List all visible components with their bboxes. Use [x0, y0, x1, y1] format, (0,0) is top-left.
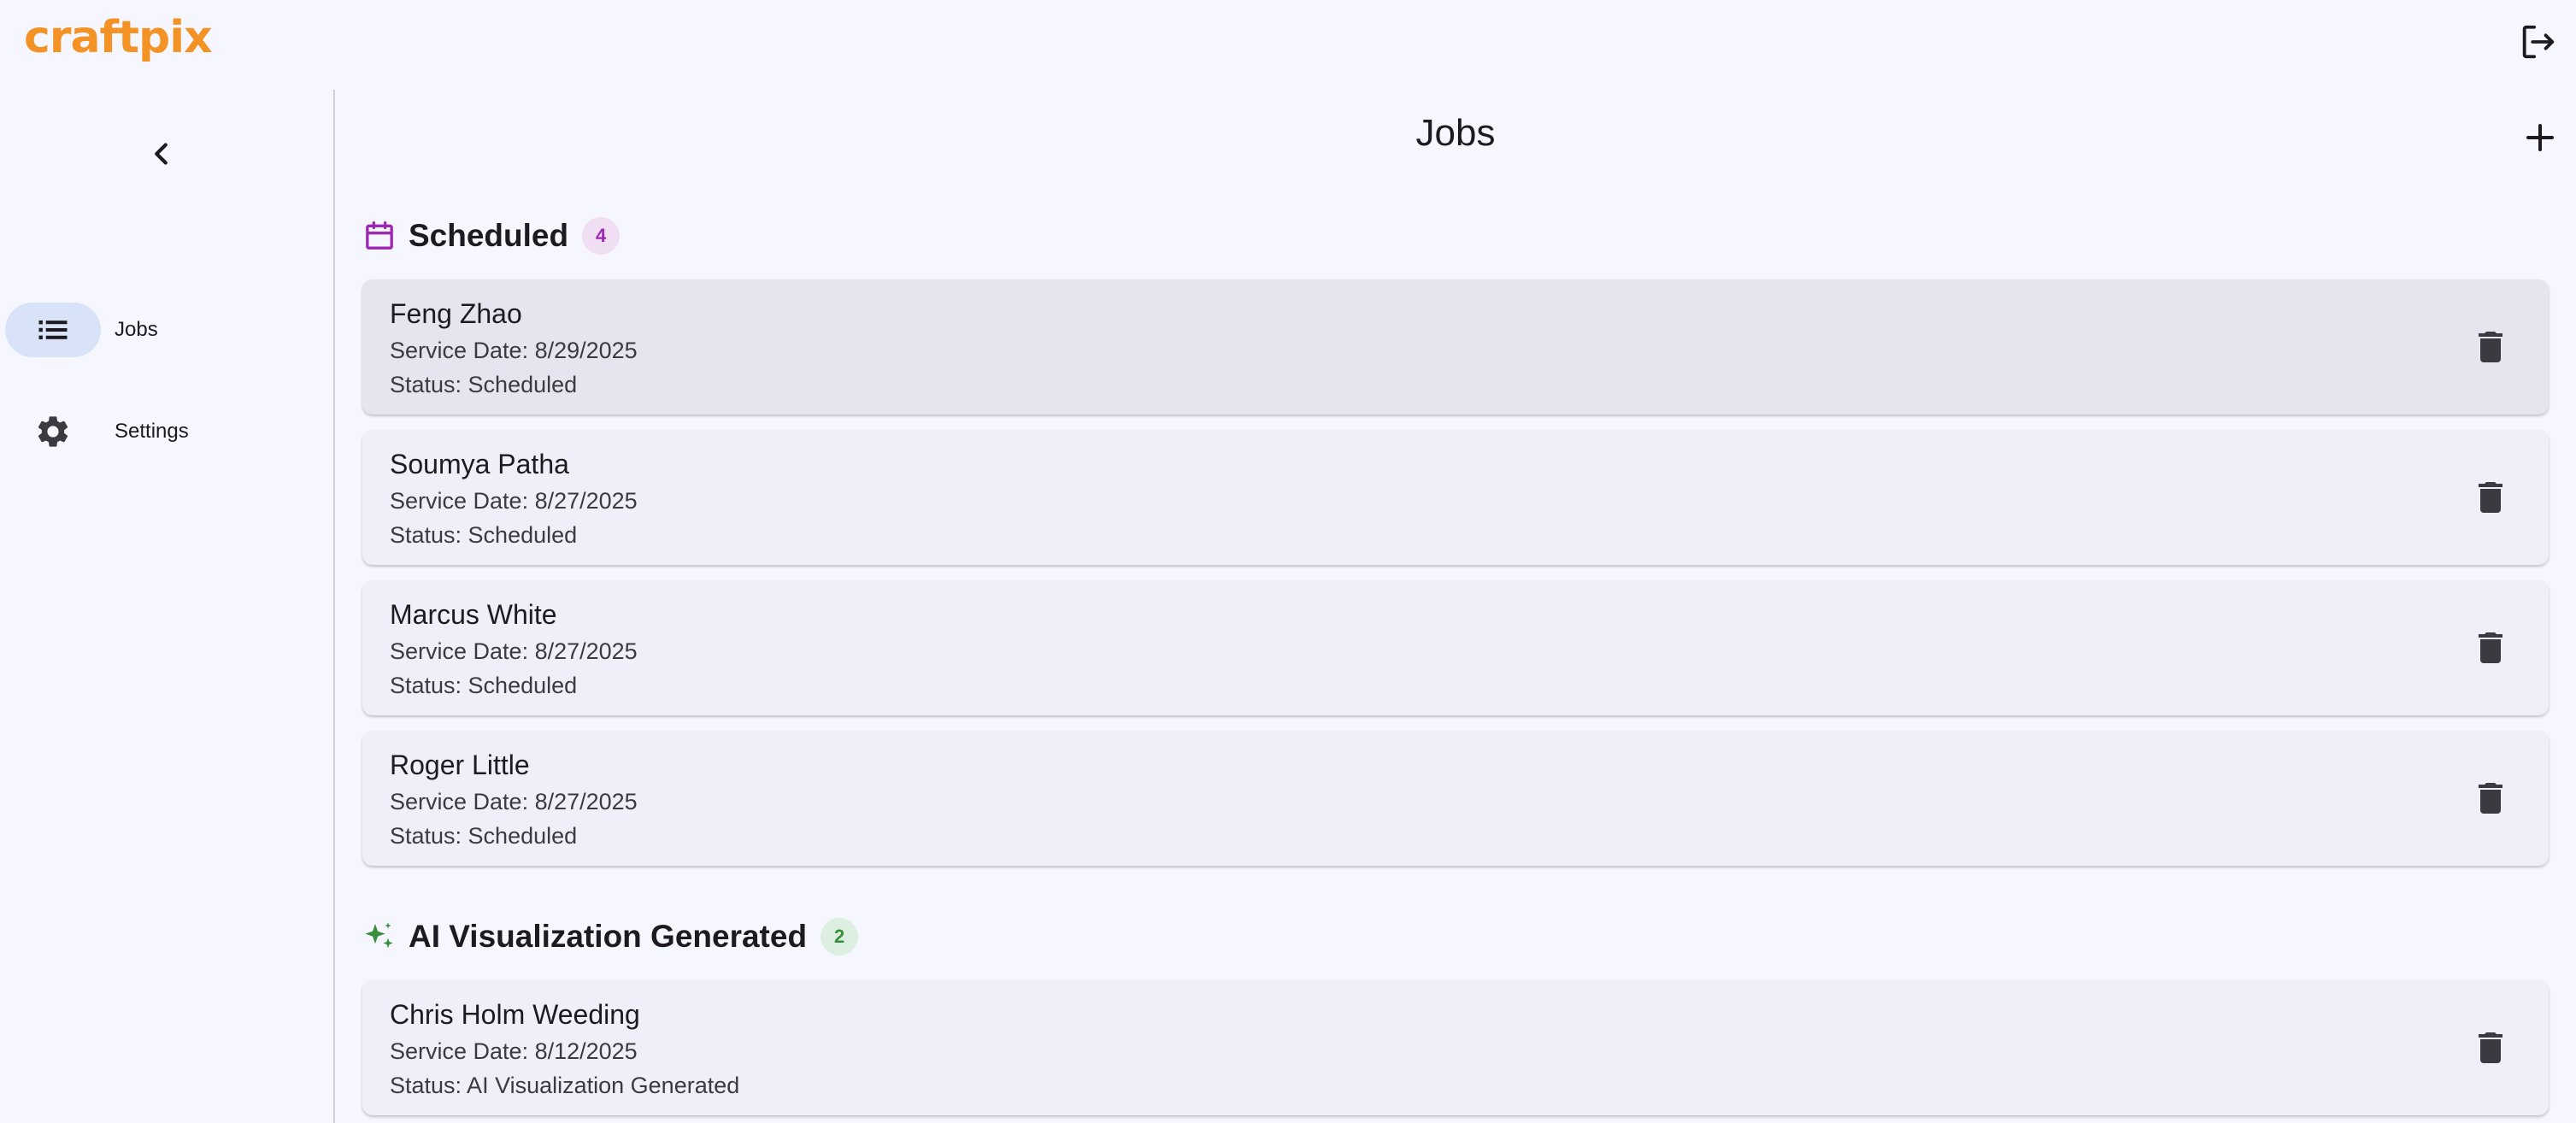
trash-icon: [2479, 1032, 2502, 1063]
job-status: Status: Scheduled: [390, 673, 578, 698]
job-service-date: Service Date: 8/29/2025: [390, 338, 638, 363]
trash-icon: [2479, 632, 2502, 663]
delete-job-button[interactable]: [2470, 326, 2511, 367]
job-service-date: Service Date: 8/27/2025: [390, 789, 638, 814]
sparkle-icon: [361, 918, 398, 955]
delete-job-button[interactable]: [2470, 627, 2511, 668]
sidebar-item-jobs[interactable]: Jobs: [5, 303, 330, 357]
job-service-date: Service Date: 8/12/2025: [390, 1038, 638, 1064]
trash-icon: [2479, 332, 2502, 362]
count-badge: 4: [582, 217, 620, 255]
main-content: Jobs Scheduled 4 Feng Zhao Service Date:…: [335, 90, 2576, 1123]
job-service-date: Service Date: 8/27/2025: [390, 488, 638, 514]
job-card[interactable]: Soumya Patha Service Date: 8/27/2025 Sta…: [362, 430, 2549, 565]
collapse-sidebar-button[interactable]: [142, 134, 181, 173]
section-header-scheduled: Scheduled 4: [361, 215, 620, 257]
job-status: Status: AI Visualization Generated: [390, 1073, 740, 1098]
section-title: Scheduled: [409, 218, 569, 253]
job-customer-name: Chris Holm Weeding: [390, 999, 640, 1030]
job-card[interactable]: Chris Holm Weeding Service Date: 8/12/20…: [362, 980, 2549, 1115]
sidebar-item-label: Settings: [115, 420, 189, 443]
section-title: AI Visualization Generated: [409, 919, 808, 954]
logout-button[interactable]: [2518, 22, 2557, 62]
sidebar-item-jobs-indicator: [5, 303, 101, 357]
delete-job-button[interactable]: [2470, 1027, 2511, 1068]
chevron-left-icon: [155, 143, 168, 165]
page-title: Jobs: [1415, 112, 1496, 154]
job-status: Status: Scheduled: [390, 522, 578, 548]
sidebar-item-settings[interactable]: Settings: [5, 404, 330, 459]
gear-icon: [38, 416, 68, 447]
job-customer-name: Soumya Patha: [390, 449, 569, 479]
job-customer-name: Marcus White: [390, 599, 557, 630]
trash-icon: [2479, 783, 2502, 814]
trash-icon: [2479, 482, 2502, 513]
delete-job-button[interactable]: [2470, 778, 2511, 819]
logo: craftpix: [24, 12, 213, 63]
plus-icon: [2526, 124, 2554, 151]
job-status: Status: Scheduled: [390, 823, 578, 849]
delete-job-button[interactable]: [2470, 477, 2511, 518]
add-job-button[interactable]: [2520, 117, 2561, 158]
top-bar: craftpix: [0, 0, 2576, 85]
calendar-icon: [361, 217, 398, 255]
job-card[interactable]: Roger Little Service Date: 8/27/2025 Sta…: [362, 731, 2549, 866]
job-customer-name: Feng Zhao: [390, 298, 522, 329]
job-customer-name: Roger Little: [390, 750, 530, 780]
job-service-date: Service Date: 8/27/2025: [390, 638, 638, 664]
list-icon: [38, 320, 68, 339]
sidebar-item-label: Jobs: [115, 318, 158, 341]
job-card[interactable]: Feng Zhao Service Date: 8/29/2025 Status…: [362, 279, 2549, 415]
job-card[interactable]: Marcus White Service Date: 8/27/2025 Sta…: [362, 580, 2549, 715]
count-badge: 2: [820, 918, 859, 955]
job-status: Status: Scheduled: [390, 372, 578, 397]
sidebar: Jobs Settings: [0, 90, 335, 1123]
logout-icon: [2522, 25, 2555, 59]
sidebar-item-settings-indicator: [5, 404, 101, 459]
section-header-ai-visualization: AI Visualization Generated 2: [361, 915, 859, 958]
